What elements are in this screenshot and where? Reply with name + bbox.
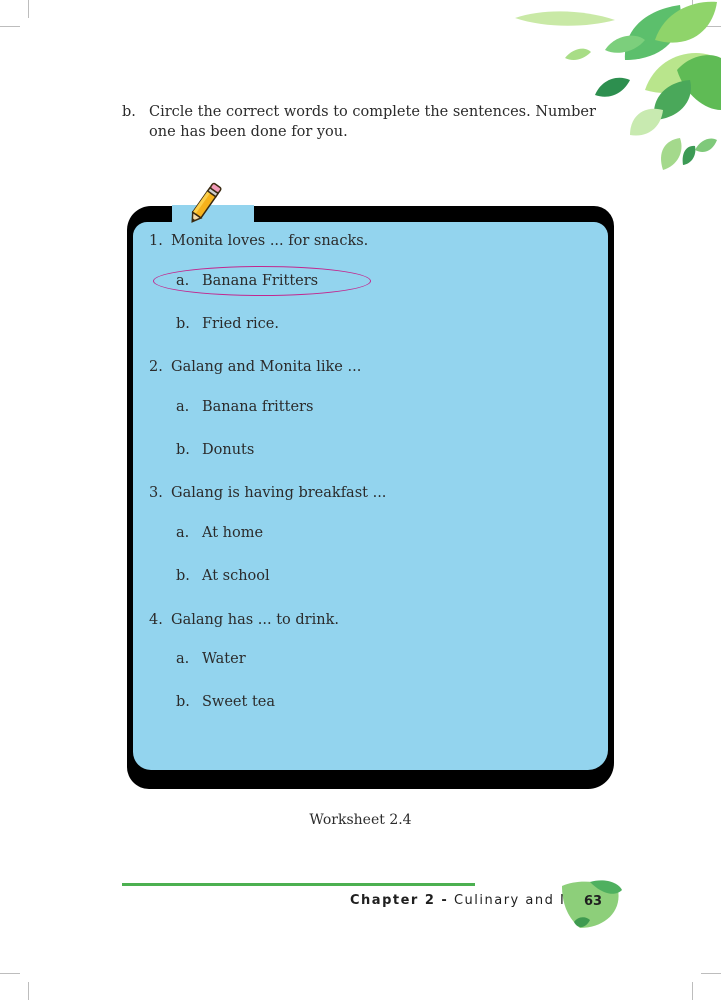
option-3b[interactable]: b. At school	[176, 568, 270, 584]
question-text: Monita loves ... for snacks.	[171, 233, 369, 249]
option-letter: a.	[176, 651, 190, 667]
option-4b[interactable]: b. Sweet tea	[176, 694, 275, 710]
option-letter: a.	[176, 399, 190, 415]
crop-mark	[692, 982, 693, 1000]
question-3: 3. Galang is having breakfast ...	[149, 485, 386, 501]
crop-mark	[28, 0, 29, 18]
option-letter: a.	[176, 525, 190, 541]
worksheet-caption: Worksheet 2.4	[309, 812, 412, 828]
question-4: 4. Galang has ... to drink.	[149, 612, 339, 628]
option-letter: b.	[176, 442, 190, 458]
option-text: Water	[202, 651, 246, 667]
option-text: Fried rice.	[202, 316, 279, 332]
chapter-footer: Chapter 2 - Culinary and Me	[350, 893, 582, 908]
pencil-icon	[191, 182, 222, 223]
option-text: Banana fritters	[202, 399, 314, 415]
footer-divider	[122, 883, 475, 886]
instruction-marker: b.	[122, 104, 136, 120]
option-text: Banana Fritters	[202, 273, 319, 289]
question-text: Galang has ... to drink.	[171, 612, 339, 628]
crop-mark	[0, 973, 20, 974]
option-text: Donuts	[202, 442, 255, 458]
page-number: 63	[583, 894, 603, 909]
question-number: 4.	[149, 612, 163, 628]
option-letter: b.	[176, 694, 190, 710]
instruction-text: Circle the correct words to complete the…	[149, 104, 596, 140]
option-1b[interactable]: b. Fried rice.	[176, 316, 279, 332]
crop-mark	[0, 26, 20, 27]
option-letter: b.	[176, 568, 190, 584]
question-number: 3.	[149, 485, 163, 501]
option-text: At home	[202, 525, 264, 541]
leaf-decoration-icon	[515, 1, 721, 170]
option-2a[interactable]: a. Banana fritters	[176, 399, 313, 415]
crop-mark	[28, 982, 29, 1000]
question-text: Galang and Monita like ...	[171, 359, 362, 375]
question-number: 1.	[149, 233, 163, 249]
question-1: 1. Monita loves ... for snacks.	[149, 233, 368, 249]
chapter-label: Chapter 2 -	[350, 893, 449, 908]
question-text: Galang is having breakfast ...	[171, 485, 387, 501]
crop-mark	[701, 973, 721, 974]
option-text: Sweet tea	[202, 694, 275, 710]
option-2b[interactable]: b. Donuts	[176, 442, 254, 458]
option-3a[interactable]: a. At home	[176, 525, 263, 541]
option-letter: a.	[176, 273, 190, 289]
option-1a[interactable]: a. Banana Fritters	[176, 273, 318, 289]
question-number: 2.	[149, 359, 163, 375]
option-letter: b.	[176, 316, 190, 332]
instruction: b. Circle the correct words to complete …	[122, 102, 622, 142]
question-2: 2. Galang and Monita like ...	[149, 359, 361, 375]
option-text: At school	[202, 568, 270, 584]
option-4a[interactable]: a. Water	[176, 651, 246, 667]
